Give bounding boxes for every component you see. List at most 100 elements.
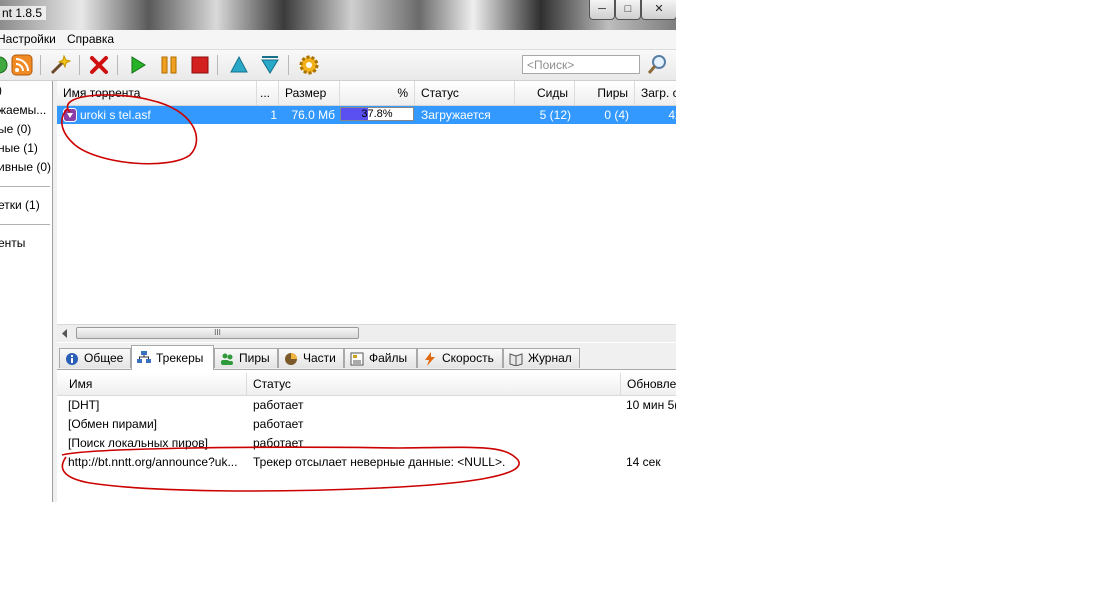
category-separator [0,224,50,225]
tracker-status: работает [253,436,304,450]
torrent-status: Загружается [421,108,491,122]
torrent-seeds: 5 (12) [539,108,571,122]
column-header-tracker-status[interactable]: Статус [247,373,621,395]
search-icon[interactable] [646,54,668,76]
category-item[interactable]: етки (1) [0,198,40,212]
toolbar [0,50,676,81]
tracker-status: работает [253,398,304,412]
torrent-name: uroki s tel.asf [80,108,151,122]
tracker-name: [Поиск локальных пиров] [68,436,209,450]
toolbar-separator [40,55,41,75]
trackers-table: Имя Статус Обновле [DHT] работает 10 мин… [57,370,676,502]
search-input[interactable] [522,55,640,74]
download-icon [63,108,77,122]
column-header-size[interactable]: Размер [279,81,340,105]
add-icon[interactable] [0,54,10,76]
torrent-progress-bar: 37.8% [340,107,414,121]
horizontal-scrollbar[interactable]: III [57,324,676,342]
tab-label: Пиры [239,351,270,365]
category-item[interactable]: ые (0) [0,122,31,136]
detail-tabs: Общее Трекеры Пиры Части Файлы Скорость … [57,345,676,370]
tab-label: Журнал [528,351,572,365]
scroll-left-icon[interactable] [61,329,69,338]
column-header-peers[interactable]: Пиры [575,81,635,105]
tab-speed[interactable]: Скорость [417,348,503,368]
tab-label: Трекеры [156,351,204,365]
network-icon [137,351,151,363]
menu-help[interactable]: Справка [67,32,114,46]
torrent-list-header: Имя торрента ... Размер % Статус Сиды Пи… [57,81,676,106]
window-title: nt 1.8.5 [0,6,47,20]
column-header-tracker-update[interactable]: Обновле [621,373,676,395]
tab-files[interactable]: Файлы [344,348,417,368]
menu-bar: Настройки Справка [0,30,676,50]
column-header-tracker-name[interactable]: Имя [63,373,247,395]
speed-icon [425,352,435,366]
category-item[interactable]: ) [0,83,2,97]
scrollbar-thumb[interactable]: III [76,327,359,339]
app-window: nt 1.8.5 ─ □ ✕ Настройки Справка <Поиск>… [0,0,676,502]
tab-label: Общее [84,351,124,365]
category-item[interactable]: жаемы... [0,103,46,117]
menu-settings[interactable]: Настройки [0,32,56,46]
tracker-update: 14 сек [626,455,661,469]
tab-general[interactable]: Общее [59,348,131,368]
wand-icon[interactable] [49,54,71,76]
close-button[interactable]: ✕ [641,0,676,20]
log-icon [509,353,523,366]
tracker-status: работает [253,417,304,431]
torrent-peers: 0 (4) [604,108,629,122]
tab-label: Части [303,351,336,365]
tracker-row[interactable]: http://bt.nntt.org/announce?uk... Трекер… [57,453,676,472]
tracker-status: Трекер отсылает неверные данные: <NULL>. [253,455,506,469]
peers-icon [221,353,233,365]
toolbar-separator [217,55,218,75]
column-header-seeds[interactable]: Сиды [515,81,575,105]
tracker-update: 10 мин 5( [626,398,676,412]
title-bar[interactable]: nt 1.8.5 ─ □ ✕ [0,0,676,30]
torrent-percent: 37.8% [361,108,393,120]
up-icon[interactable] [228,54,250,76]
tab-label: Скорость [442,351,494,365]
category-item[interactable]: енты [0,236,25,250]
tab-log[interactable]: Журнал [503,348,580,368]
torrent-number: 1 [270,108,277,122]
torrent-size: 76.0 Мб [291,108,335,122]
down-icon[interactable] [259,54,281,76]
tracker-name: [Обмен пирами] [68,417,157,431]
files-icon [350,352,364,366]
info-icon [66,353,78,365]
category-item[interactable]: ивные (0) [0,160,51,174]
column-header-download[interactable]: Загр. с [635,81,676,105]
settings-icon[interactable] [298,54,320,76]
tracker-row[interactable]: [Поиск локальных пиров] работает [57,434,676,453]
tab-trackers[interactable]: Трекеры [131,345,214,370]
column-header-name[interactable]: Имя торрента [57,81,257,105]
toolbar-separator [117,55,118,75]
tab-pieces[interactable]: Части [278,348,344,368]
maximize-button[interactable]: □ [615,0,641,20]
tab-peers[interactable]: Пиры [214,348,278,368]
delete-icon[interactable] [88,54,110,76]
toolbar-separator [79,55,80,75]
column-header-status[interactable]: Статус [415,81,515,105]
torrent-row[interactable]: uroki s tel.asf 1 76.0 Мб 37.8% Загружае… [57,106,676,124]
torrent-list: Имя торрента ... Размер % Статус Сиды Пи… [57,81,676,343]
toolbar-separator [288,55,289,75]
rss-icon[interactable] [11,54,33,76]
pause-icon[interactable] [158,54,180,76]
category-item[interactable]: ные (1) [0,141,38,155]
column-header-number[interactable]: ... [257,81,279,105]
pieces-icon [285,353,297,365]
torrent-download-speed: 42. [668,108,676,122]
tab-label: Файлы [369,351,408,365]
tracker-row[interactable]: [Обмен пирами] работает [57,415,676,434]
category-pane: ) жаемы... ые (0) ные (1) ивные (0) етки… [0,81,53,502]
play-icon[interactable] [127,54,149,76]
minimize-button[interactable]: ─ [589,0,615,20]
stop-icon[interactable] [189,54,211,76]
column-header-percent[interactable]: % [340,81,415,105]
tracker-row[interactable]: [DHT] работает 10 мин 5( [57,396,676,415]
category-separator [0,186,50,187]
tracker-name: http://bt.nntt.org/announce?uk... [68,455,238,469]
